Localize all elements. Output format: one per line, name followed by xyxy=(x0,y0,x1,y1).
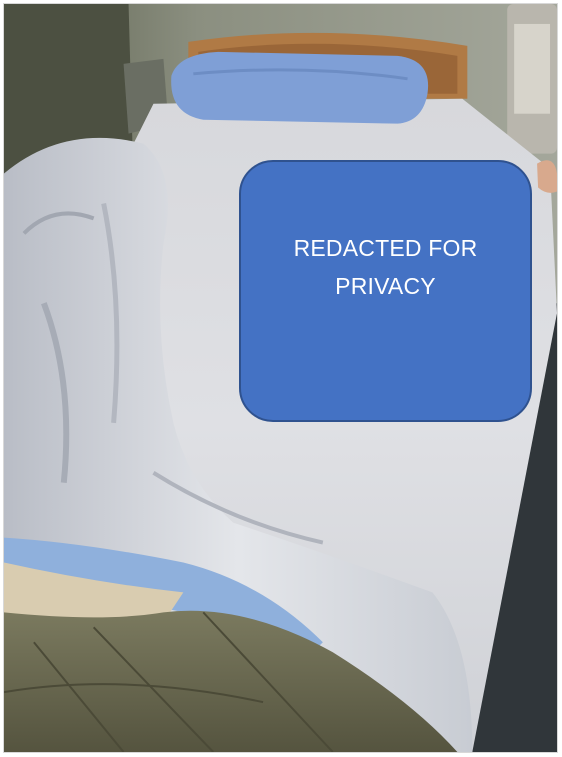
redaction-label: REDACTED FOR PRIVACY xyxy=(293,235,478,299)
bed-photo: REDACTED FOR PRIVACY xyxy=(3,3,558,753)
image-frame: REDACTED FOR PRIVACY xyxy=(0,0,562,757)
redaction-box: REDACTED FOR PRIVACY xyxy=(239,160,532,422)
